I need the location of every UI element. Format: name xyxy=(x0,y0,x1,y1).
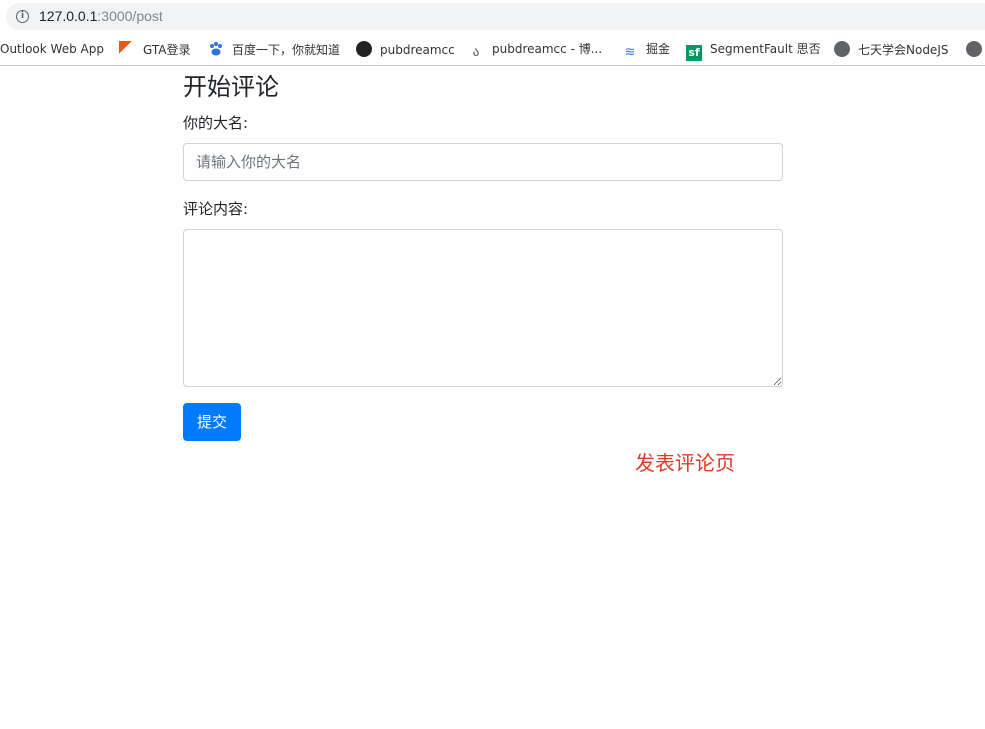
url-path: :3000/post xyxy=(97,8,163,24)
bookmark-nodejs[interactable]: 七天学会NodeJS xyxy=(834,41,948,58)
content-label: 评论内容: xyxy=(183,200,249,218)
url-text[interactable]: 127.0.0.1:3000/post xyxy=(39,8,163,25)
info-icon[interactable]: i xyxy=(16,10,29,23)
bookmark-github[interactable]: pubdreamcc xyxy=(356,41,455,58)
name-label: 你的大名: xyxy=(183,114,249,132)
bookmark-baidu[interactable]: 百度一下，你就知道 xyxy=(208,41,340,58)
bookmark-more[interactable] xyxy=(966,41,985,58)
content-textarea[interactable] xyxy=(183,229,783,387)
globe-icon xyxy=(966,41,982,57)
bookmark-label: 七天学会NodeJS xyxy=(858,43,949,57)
bookmark-label: Outlook Web App xyxy=(0,42,104,56)
name-input[interactable] xyxy=(183,143,783,181)
bookmark-gta[interactable]: GTA登录 xyxy=(119,41,190,58)
bookmark-cnblogs[interactable]: ა pubdreamcc - 博... xyxy=(468,41,603,60)
bookmarks-bar: Outlook Web App GTA登录 百度一下，你就知道 pubdream… xyxy=(0,33,985,66)
bookmark-label: pubdreamcc - 博... xyxy=(492,42,603,56)
bookmark-segmentfault[interactable]: sf SegmentFault 思否 xyxy=(686,41,821,61)
globe-icon xyxy=(834,41,850,57)
bookmark-juejin[interactable]: ≋ 掘金 xyxy=(622,41,671,60)
address-bar: i 127.0.0.1:3000/post xyxy=(0,0,985,33)
url-host: 127.0.0.1 xyxy=(39,8,98,24)
gta-icon xyxy=(119,41,135,57)
bookmark-label: pubdreamcc xyxy=(380,43,455,57)
juejin-icon: ≋ xyxy=(624,45,636,60)
bookmark-label: 百度一下，你就知道 xyxy=(232,43,341,57)
page-title: 开始评论 xyxy=(183,73,279,101)
bookmark-label: 掘金 xyxy=(646,42,671,56)
cnblogs-icon: ა xyxy=(472,45,480,60)
bookmark-outlook[interactable]: Outlook Web App xyxy=(0,41,104,58)
segmentfault-icon: sf xyxy=(686,45,702,61)
omnibox[interactable]: i 127.0.0.1:3000/post xyxy=(6,3,985,30)
page-caption: 发表评论页 xyxy=(635,451,735,475)
baidu-paw-icon xyxy=(208,41,224,57)
bookmark-label: SegmentFault 思否 xyxy=(710,42,821,56)
github-icon xyxy=(356,41,372,57)
bookmark-label: GTA登录 xyxy=(143,43,191,57)
submit-button[interactable]: 提交 xyxy=(183,403,241,441)
